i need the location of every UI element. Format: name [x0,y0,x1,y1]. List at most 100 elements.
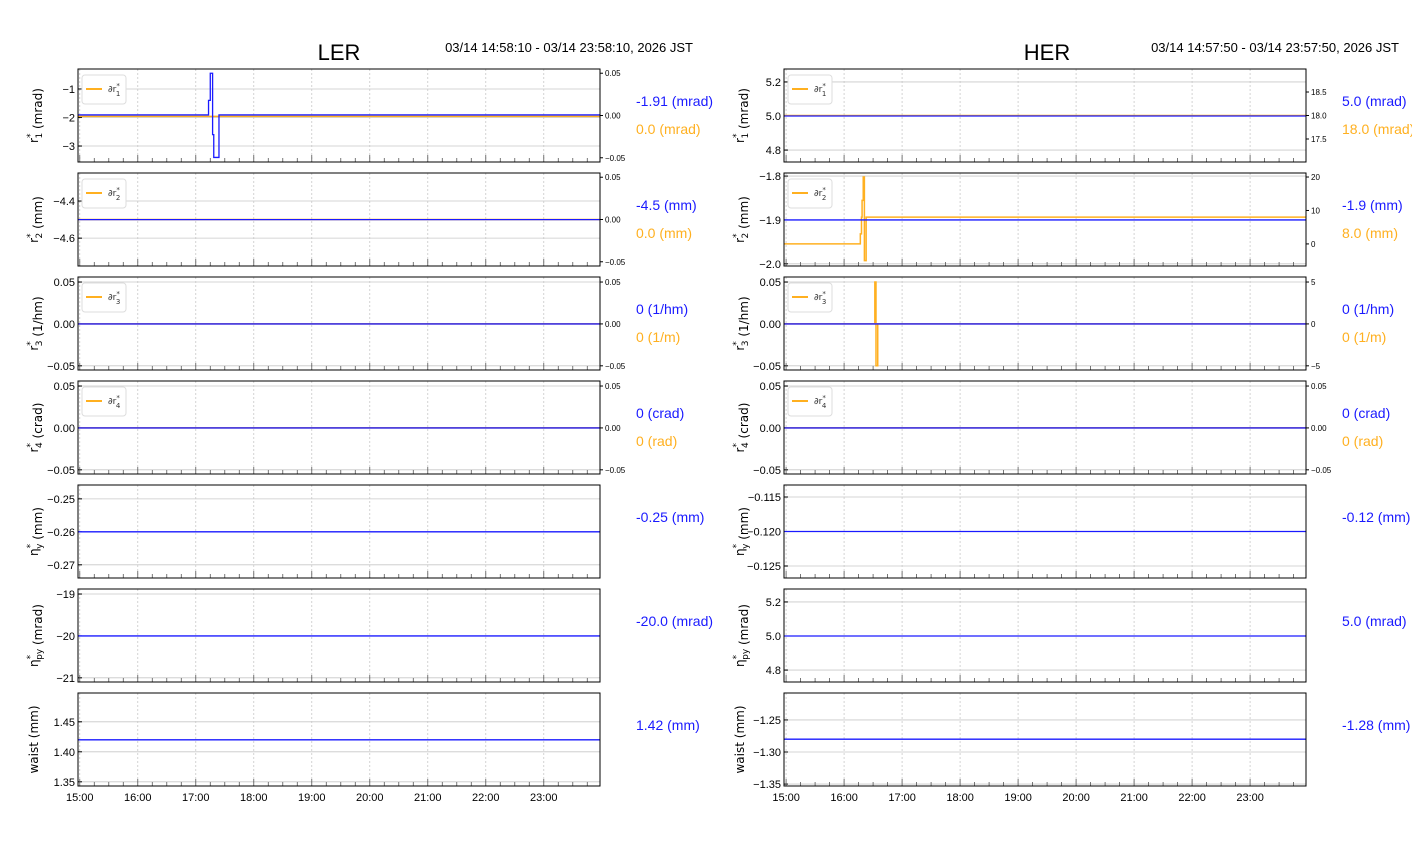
legend: ∂r* 3 [81,282,127,313]
legend: ∂r* 2 [81,178,127,209]
y-tick-label: −20 [56,631,75,643]
x-tick-label: 18:00 [240,792,268,804]
current-value-readout: -1.28 (mm) [1342,717,1410,733]
y-axis-label: waist (mm) [733,705,747,773]
y-axis-label: r*3 (1/hm) [732,296,751,350]
y-tick-label: −19 [56,589,75,601]
x-tick-label: 20:00 [356,792,384,804]
right-y-tick-label: 0.00 [605,320,621,329]
x-tick-label: 22:00 [1178,792,1206,804]
current-value-readout: 5.0 (mrad) [1342,93,1407,109]
y-tick-label: −0.25 [47,494,75,506]
panel-4: 0.05 0.00 −0.05 0.05 0.00 −0.05 ∂r* 4 r*4 (crad)… [732,380,1390,477]
panel-5: −0.25 −0.26 −0.27η*y (mm) -0.25 (mm) [26,484,704,579]
chart-title: LER [318,40,361,65]
y-tick-label: −0.05 [47,465,75,477]
y-tick-label: 4.8 [766,145,781,157]
y-tick-label: 1.35 [54,777,75,789]
y-tick-label: −0.27 [47,560,75,572]
y-axis-label: η*y (mm) [732,507,751,556]
right-y-tick-label: −5 [1311,362,1321,371]
x-tick-label: 21:00 [414,792,442,804]
chart-ler: LER 03/14 14:58:10 - 03/14 23:58:10, 2026… [26,40,713,804]
panel-1: 5.2 5.0 4.8 18.5 18.0 17.5 ∂r* 1 r*1 (mrad) 5.0 (… [732,68,1412,163]
y-tick-label: −1.25 [753,715,781,727]
right-y-tick-label: −0.05 [605,362,626,371]
current-value-readout: 1.42 (mm) [636,717,700,733]
current-value-readout: 0 (1/hm) [1342,301,1394,317]
right-y-tick-label: 0.05 [605,69,621,78]
right-y-tick-label: 10 [1311,206,1320,215]
delta-value-readout: 0 (rad) [1342,433,1383,449]
right-y-tick-label: −0.05 [605,258,626,267]
y-tick-label: 0.05 [760,277,781,289]
y-axis-label: η*y (mm) [26,507,45,556]
current-value-readout: -1.91 (mrad) [636,93,713,109]
x-tick-label: 15:00 [66,792,94,804]
panel-4: 0.05 0.00 −0.05 0.05 0.00 −0.05 ∂r* 4 r*4 (crad)… [26,380,684,477]
right-y-tick-label: 20 [1311,173,1320,182]
secondary-series-line [784,176,1306,262]
panel-5: −0.115 −0.120 −0.125 η*y (mm) -0.12 (mm) [732,484,1410,579]
y-tick-label: −3 [62,141,75,153]
y-axis-label: r*1 (mrad) [26,88,45,143]
current-value-readout: -20.0 (mrad) [636,613,713,629]
y-tick-label: −0.26 [47,527,75,539]
y-tick-label: 0.05 [760,381,781,393]
y-axis-label: r*3 (1/hm) [26,296,45,350]
legend: ∂r* 1 [787,74,833,105]
legend: ∂r* 4 [81,386,127,417]
panel-6: 5.2 5.0 4.8 η*py (mrad) 5.0 (mrad) [732,588,1407,683]
y-tick-label: 0.00 [54,319,75,331]
chart-her: HER 03/14 14:57:50 - 03/14 23:57:50, 2026… [732,40,1412,804]
y-tick-label: −0.05 [47,361,75,373]
x-tick-label: 23:00 [530,792,558,804]
current-value-readout: 0 (crad) [1342,405,1390,421]
y-tick-label: 0.00 [760,423,781,435]
x-tick-label: 19:00 [1004,792,1032,804]
y-tick-label: 0.00 [760,319,781,331]
panel-7: 1.45 1.40 1.35 waist (mm) 1.42 (mm) 15:00 16:0… [27,692,700,804]
legend: ∂r* 3 [787,282,833,313]
right-y-tick-label: 0.05 [605,382,621,391]
y-axis-label: r*4 (crad) [732,403,751,453]
delta-value-readout: 8.0 (mm) [1342,225,1398,241]
right-y-tick-label: 0.05 [1311,382,1327,391]
right-y-tick-label: −0.05 [605,154,626,163]
panel-6: −19 −20 −21 η*py (mrad) -20.0 (mrad) [26,588,713,685]
right-y-tick-label: 18.5 [1311,88,1327,97]
legend: ∂r* 2 [787,178,833,209]
right-y-tick-label: −0.05 [1311,466,1332,475]
y-tick-label: −0.05 [753,361,781,373]
delta-value-readout: 0.0 (mrad) [636,121,701,137]
x-tick-label: 16:00 [124,792,152,804]
right-y-tick-label: 18.0 [1311,112,1327,121]
x-tick-label: 17:00 [182,792,210,804]
current-value-readout: 0 (crad) [636,405,684,421]
y-tick-label: −2 [62,112,75,124]
y-tick-label: −2.0 [759,259,781,271]
right-y-tick-label: 0 [1311,320,1316,329]
delta-value-readout: 0 (1/m) [636,329,680,345]
x-tick-label: 16:00 [830,792,858,804]
x-tick-label: 15:00 [772,792,800,804]
y-axis-label: r*1 (mrad) [732,88,751,143]
right-y-tick-label: −0.05 [605,466,626,475]
x-tick-label: 19:00 [298,792,326,804]
current-value-readout: 0 (1/hm) [636,301,688,317]
right-y-tick-label: 0.00 [605,112,621,121]
y-axis-label: waist (mm) [27,705,41,773]
y-tick-label: 5.0 [766,111,781,123]
y-tick-label: 0.05 [54,381,75,393]
panel-7: −1.25 −1.30 −1.35 waist (mm) -1.28 (mm) 15:00… [733,692,1410,804]
y-tick-label: 4.8 [766,665,781,677]
time-range: 03/14 14:57:50 - 03/14 23:57:50, 2026 JS… [1151,40,1399,55]
y-tick-label: −1.35 [753,779,781,791]
y-tick-label: 5.2 [766,597,781,609]
panel-2: −1.8 −1.9 −2.0 20 10 0 ∂r* 2 r*2 (mm) -1.9 (mm) 8.… [732,171,1403,271]
delta-value-readout: 0 (1/m) [1342,329,1386,345]
y-tick-label: 0.00 [54,423,75,435]
right-y-tick-label: 0.00 [605,216,621,225]
time-range: 03/14 14:58:10 - 03/14 23:58:10, 2026 JS… [445,40,693,55]
current-value-readout: 5.0 (mrad) [1342,613,1407,629]
